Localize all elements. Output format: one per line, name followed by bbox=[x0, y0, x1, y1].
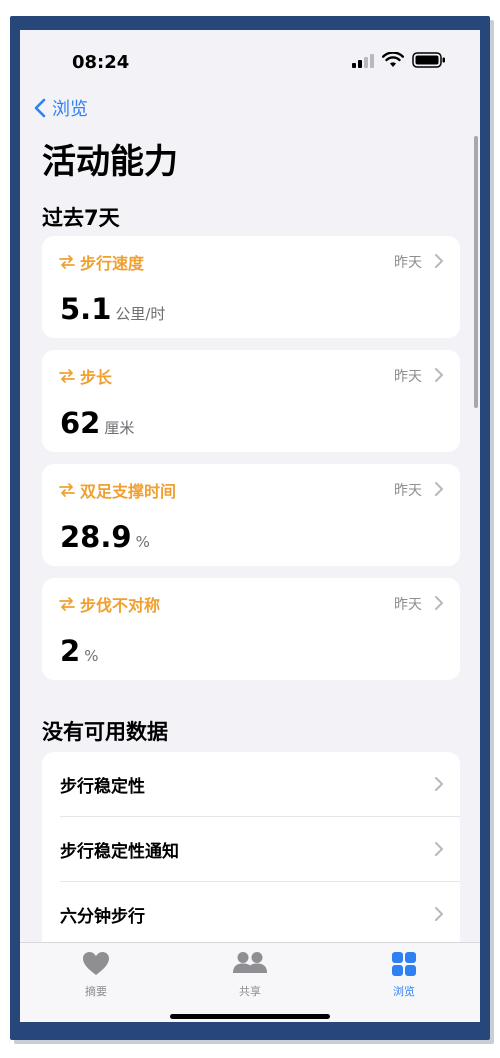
scroll-indicator[interactable] bbox=[474, 136, 478, 408]
metric-value: 28.9 bbox=[60, 520, 132, 554]
status-bar: 08:24 bbox=[20, 30, 480, 92]
metric-unit: 厘米 bbox=[104, 419, 135, 437]
metric-card-double-support[interactable]: 双足支撑时间 昨天 28.9 % bbox=[42, 464, 460, 566]
heart-icon bbox=[83, 952, 109, 975]
home-indicator[interactable] bbox=[170, 1014, 330, 1019]
card-header: 步行速度 bbox=[58, 250, 144, 274]
metric-value: 62 bbox=[60, 406, 101, 440]
metric-card-walking-speed[interactable]: 步行速度 昨天 5.1 公里/时 bbox=[42, 236, 460, 338]
chevron-right-icon bbox=[435, 482, 443, 496]
battery-icon bbox=[412, 52, 445, 68]
section-title-recent: 过去7天 bbox=[42, 206, 120, 230]
card-title: 步伐不对称 bbox=[80, 596, 161, 615]
card-header: 步伐不对称 bbox=[58, 592, 160, 616]
card-value: 62 厘米 bbox=[60, 406, 134, 440]
chevron-right-icon bbox=[435, 254, 443, 268]
mobility-arrows-icon bbox=[59, 483, 75, 497]
tab-bar: 摘要 共享 浏览 bbox=[20, 942, 480, 1022]
tab-label: 摘要 bbox=[85, 985, 107, 998]
card-value: 5.1 公里/时 bbox=[60, 292, 165, 326]
chevron-right-icon bbox=[435, 777, 443, 791]
tab-summary[interactable]: 摘要 bbox=[36, 943, 156, 1007]
status-time: 08:24 bbox=[72, 52, 130, 73]
card-date: 昨天 bbox=[394, 483, 422, 499]
card-value: 28.9 % bbox=[60, 520, 150, 554]
metric-unit: % bbox=[84, 647, 99, 665]
chevron-right-icon bbox=[435, 596, 443, 610]
metric-card-asymmetry[interactable]: 步伐不对称 昨天 2 % bbox=[42, 578, 460, 680]
people-icon bbox=[233, 952, 267, 973]
list-item-label: 六分钟步行 bbox=[60, 906, 145, 927]
back-button[interactable]: 浏览 bbox=[34, 94, 88, 122]
list-item-six-minute-walk[interactable]: 六分钟步行 bbox=[42, 882, 460, 946]
card-title: 步行速度 bbox=[80, 254, 145, 273]
metric-value: 5.1 bbox=[60, 292, 112, 326]
card-header: 双足支撑时间 bbox=[58, 478, 176, 502]
tab-browse[interactable]: 浏览 bbox=[344, 943, 464, 1007]
tab-label: 共享 bbox=[239, 985, 261, 998]
metric-unit: % bbox=[135, 533, 150, 551]
mobility-arrows-icon bbox=[59, 597, 75, 611]
metric-card-step-length[interactable]: 步长 昨天 62 厘米 bbox=[42, 350, 460, 452]
card-date: 昨天 bbox=[394, 597, 422, 613]
card-value: 2 % bbox=[60, 634, 98, 668]
mobility-arrows-icon bbox=[59, 255, 75, 269]
list-item-walking-steadiness[interactable]: 步行稳定性 bbox=[42, 752, 460, 816]
back-label: 浏览 bbox=[52, 99, 88, 120]
list-item-label: 步行稳定性通知 bbox=[60, 841, 179, 862]
mobility-arrows-icon bbox=[59, 369, 75, 383]
list-item-steadiness-notifications[interactable]: 步行稳定性通知 bbox=[42, 817, 460, 881]
cellular-signal-icon bbox=[352, 54, 374, 68]
section-title-no-data: 没有可用数据 bbox=[42, 720, 168, 744]
card-header: 步长 bbox=[58, 364, 112, 388]
phone-screen: 08:24 浏览 活动能力 过去7天 步行速度 昨天 5.1 公里/时 步长 昨… bbox=[20, 30, 480, 1022]
card-date: 昨天 bbox=[394, 255, 422, 271]
tab-label: 浏览 bbox=[393, 985, 415, 998]
card-title: 双足支撑时间 bbox=[80, 482, 177, 501]
wifi-icon bbox=[382, 52, 404, 67]
chevron-left-icon bbox=[34, 98, 46, 118]
metric-unit: 公里/时 bbox=[115, 305, 166, 323]
card-title: 步长 bbox=[80, 368, 113, 387]
tab-sharing[interactable]: 共享 bbox=[190, 943, 310, 1007]
grid-icon bbox=[392, 952, 416, 976]
metric-value: 2 bbox=[60, 634, 81, 668]
chevron-right-icon bbox=[435, 368, 443, 382]
page-title: 活动能力 bbox=[42, 142, 178, 182]
list-item-label: 步行稳定性 bbox=[60, 776, 145, 797]
chevron-right-icon bbox=[435, 842, 443, 856]
chevron-right-icon bbox=[435, 907, 443, 921]
card-date: 昨天 bbox=[394, 369, 422, 385]
